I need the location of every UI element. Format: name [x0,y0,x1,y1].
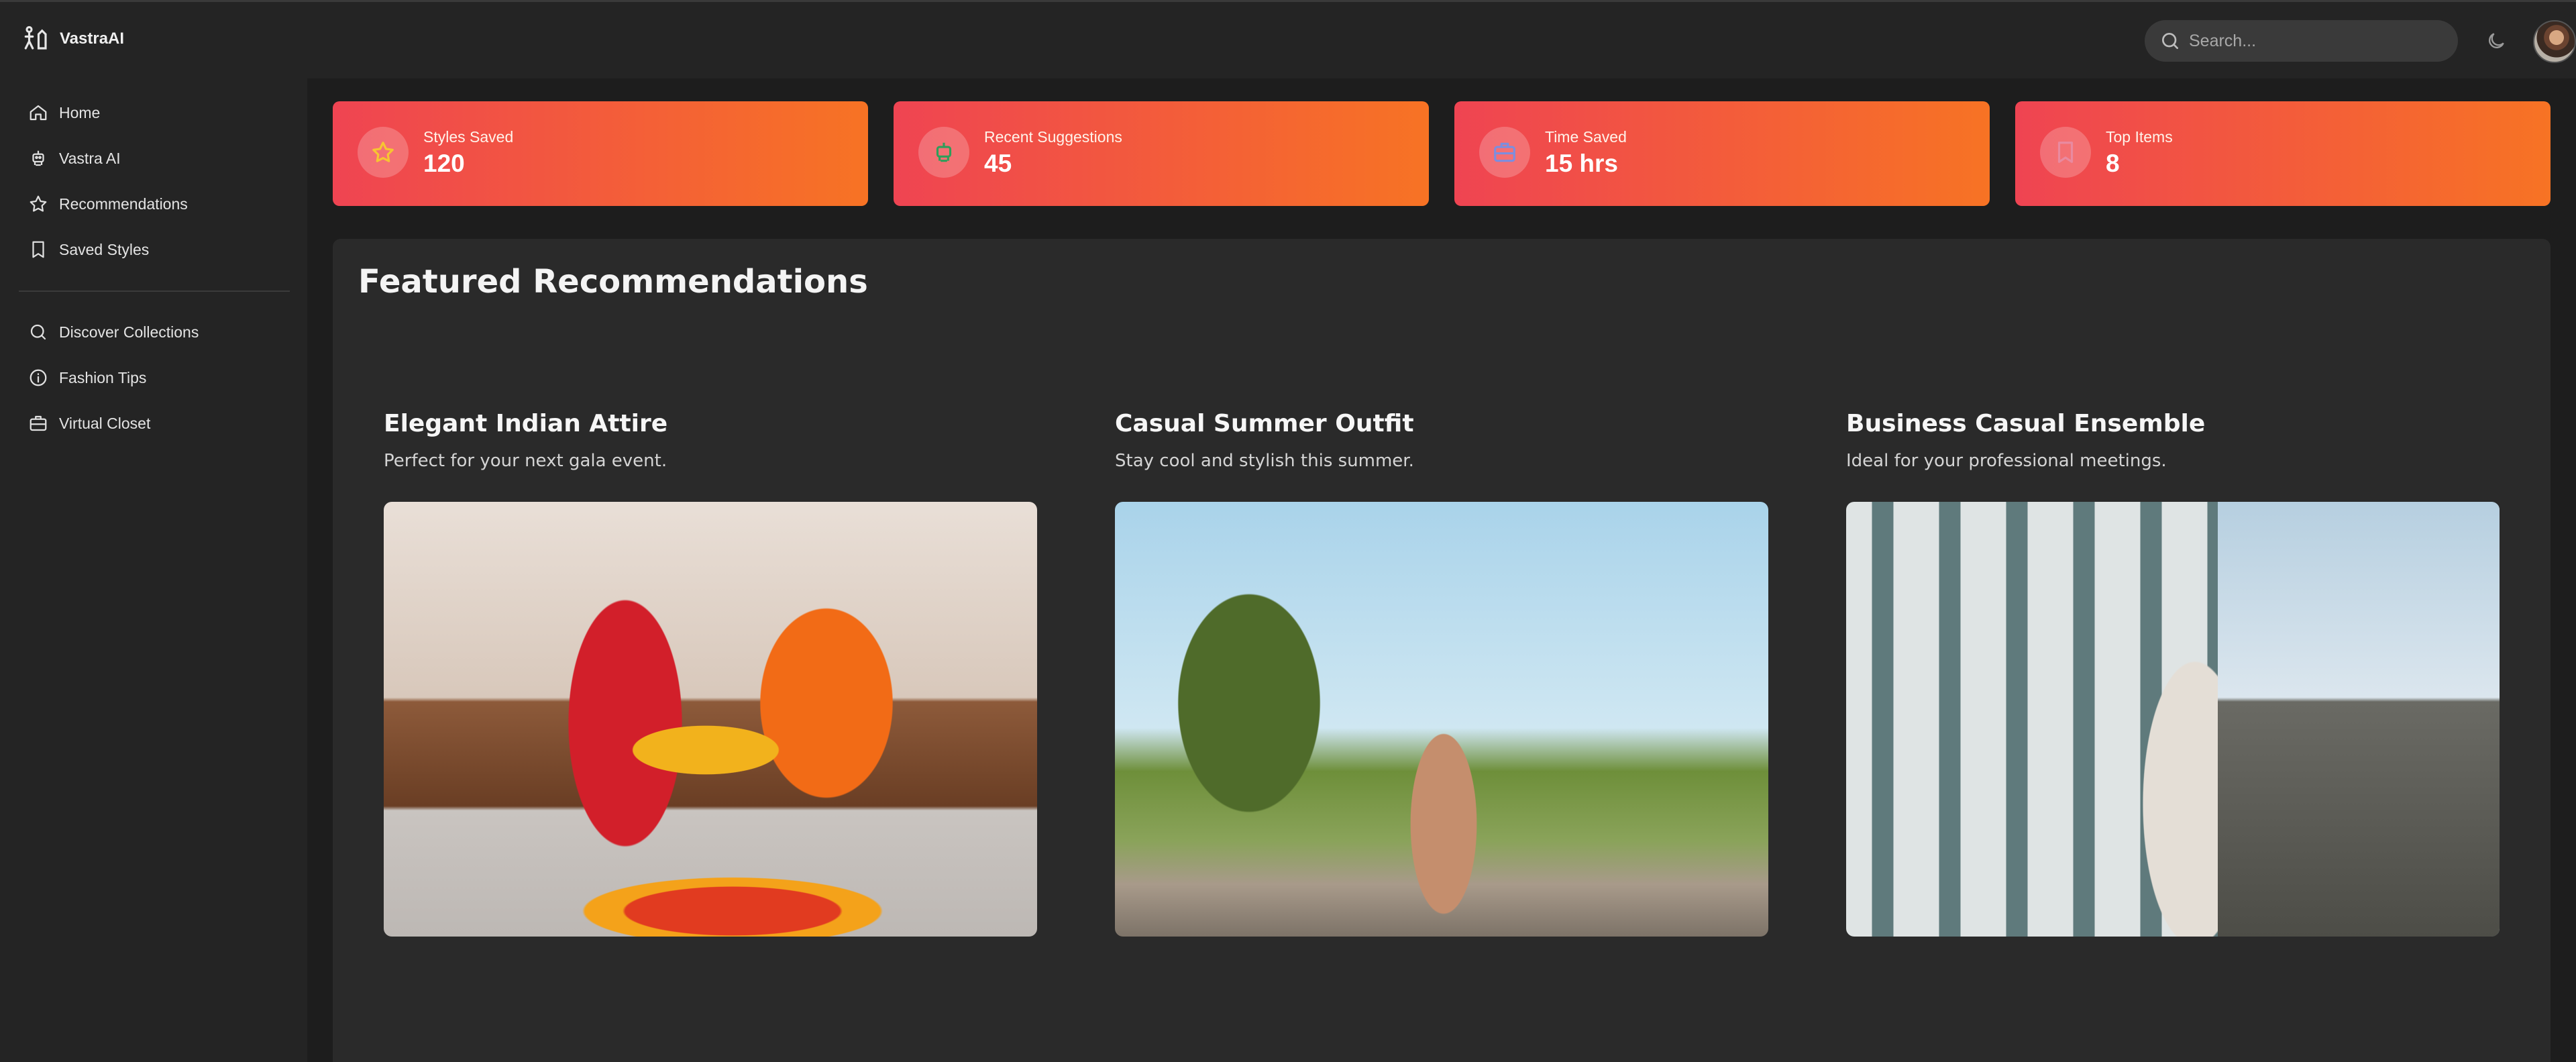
stat-icon-wrap [2040,127,2091,178]
bookmark-icon [32,241,44,258]
avatar[interactable] [2533,20,2576,63]
sidebar-item-label: Discover Collections [59,323,199,341]
app-name: VastraAI [60,30,125,48]
sidebar-item-fashion-tips[interactable]: Fashion Tips [28,364,146,391]
sidebar-item-label: Vastra AI [59,149,121,167]
sidebar-item-label: Saved Styles [59,240,150,258]
briefcase-icon [30,415,47,431]
robot-icon [32,150,44,166]
stat-card-recent-suggestions[interactable]: Recent Suggestions 45 [894,101,1429,206]
stat-card-top-items[interactable]: Top Items 8 [2015,101,2551,206]
stat-card-styles-saved[interactable]: Styles Saved 120 [333,101,868,206]
robot-icon [936,142,952,162]
stat-label: Time Saved [1545,128,1627,146]
moon-icon[interactable] [2485,30,2507,52]
briefcase-icon [1494,142,1515,162]
recommendation-card[interactable]: Casual Summer Outfit Stay cool and styli… [1115,410,1768,937]
search-icon [2162,33,2178,49]
recommendation-card[interactable]: Elegant Indian Attire Perfect for your n… [384,410,1037,937]
stat-icon-wrap [1479,127,1530,178]
home-icon [30,105,47,121]
sidebar-item-label: Recommendations [59,195,188,213]
search-input[interactable] [2189,31,2444,51]
card-description: Perfect for your next gala event. [384,451,667,471]
stat-value: 15 hrs [1545,150,1619,177]
stat-label: Top Items [2106,128,2173,146]
sidebar-item-discover-collections[interactable]: Discover Collections [28,319,199,346]
stat-card-time-saved[interactable]: Time Saved 15 hrs [1454,101,1990,206]
sidebar-item-recommendations[interactable]: Recommendations [28,191,188,217]
sidebar-item-home[interactable]: Home [28,99,100,126]
indian-attire-photo[interactable] [384,502,1037,937]
card-description: Stay cool and stylish this summer. [1115,451,1414,471]
brand[interactable]: VastraAI [22,25,124,53]
top-bar: VastraAI [0,0,2576,78]
sidebar: Home Vastra AI Recommendations Saved Sty… [0,78,307,1062]
recommendation-card[interactable]: Business Casual Ensemble Ideal for your … [1846,410,2500,937]
section-title: Featured Recommendations [358,263,868,301]
search-bar[interactable] [2145,20,2458,62]
sidebar-item-saved-styles[interactable]: Saved Styles [28,236,149,263]
stat-label: Recent Suggestions [984,128,1122,146]
sidebar-item-label: Fashion Tips [59,368,147,386]
business-casual-photo[interactable] [1846,502,2500,937]
stat-value: 45 [984,150,1012,177]
sidebar-divider [19,290,290,292]
stat-icon-wrap [358,127,409,178]
sidebar-item-label: Virtual Closet [59,414,151,432]
sidebar-item-vastra-ai[interactable]: Vastra AI [28,145,121,172]
featured-recommendations-panel: Featured Recommendations Elegant Indian … [333,239,2551,1062]
stat-value: 8 [2106,150,2120,177]
bookmark-icon [2057,142,2074,163]
card-title: Elegant Indian Attire [384,410,668,437]
summer-outfit-photo[interactable] [1115,502,1768,937]
search-icon [30,324,46,340]
card-title: Business Casual Ensemble [1846,410,2206,437]
card-title: Casual Summer Outfit [1115,410,1414,437]
stat-icon-wrap [918,127,969,178]
star-icon [30,195,47,212]
sidebar-item-label: Home [59,103,101,121]
stat-label: Styles Saved [423,128,514,146]
stat-value: 120 [423,150,465,177]
sidebar-item-virtual-closet[interactable]: Virtual Closet [28,410,150,437]
info-icon [30,369,47,386]
star-icon [372,142,394,162]
vastra-logo-icon [24,25,47,50]
card-description: Ideal for your professional meetings. [1846,451,2167,471]
